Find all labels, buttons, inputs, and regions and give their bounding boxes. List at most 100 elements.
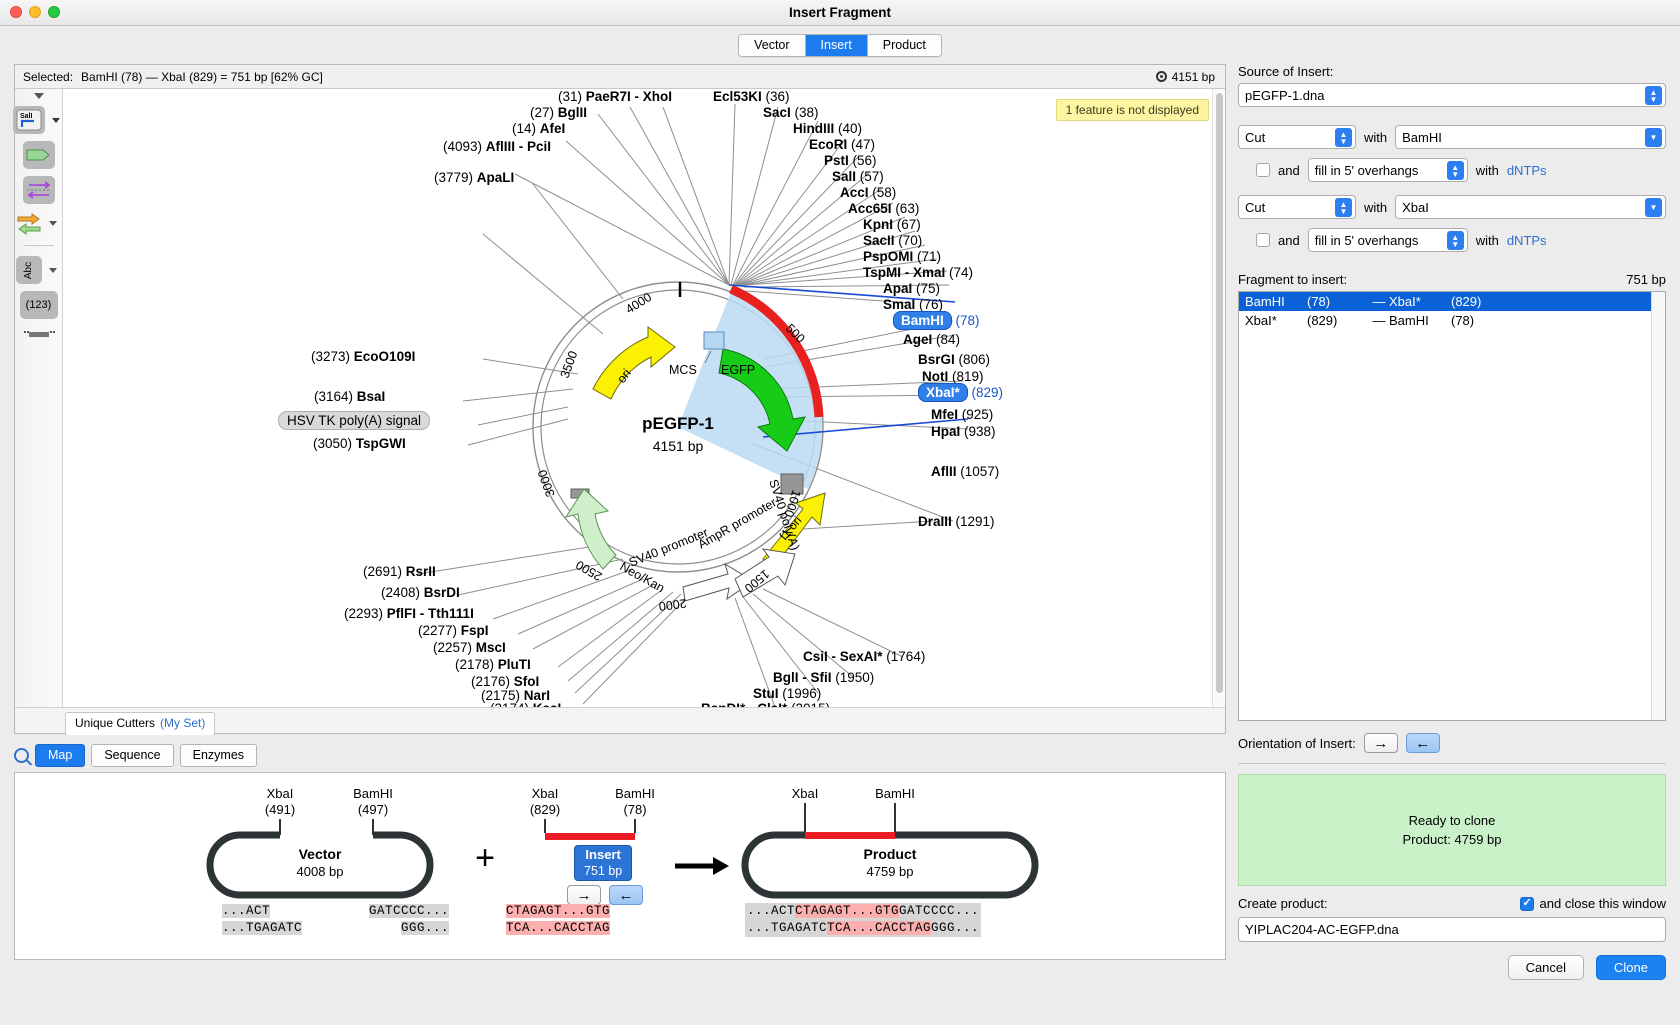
cut1-treatment-select[interactable]: fill in 5' overhangs ▲▼ <box>1308 158 1468 182</box>
site-label[interactable]: SacII (70) <box>863 233 922 248</box>
site-label[interactable]: PstI (56) <box>824 153 877 168</box>
close-window-option[interactable]: and close this window <box>1520 896 1666 911</box>
site-label[interactable]: NotI (819) <box>922 369 984 384</box>
site-label[interactable]: Ecl53KI (36) <box>713 89 790 104</box>
site-label[interactable]: HindIII (40) <box>793 121 862 136</box>
tab-insert[interactable]: Insert <box>806 35 868 56</box>
cut2-enzyme-select[interactable]: XbaI ▼ <box>1395 195 1666 219</box>
window-controls[interactable] <box>10 6 60 18</box>
ruler-icon[interactable] <box>22 326 56 342</box>
cut1-action-select[interactable]: Cut ▲▼ <box>1238 125 1356 149</box>
site-label[interactable]: BglI - SfiI (1950) <box>773 670 874 685</box>
site-label[interactable]: ApaI (75) <box>883 281 940 296</box>
stepper-icon[interactable]: ▲▼ <box>1645 86 1662 105</box>
site-label[interactable]: (2691) RsrII <box>363 564 436 579</box>
site-label[interactable]: AflII (1057) <box>931 464 999 479</box>
fragment-list-scrollbar[interactable] <box>1651 292 1665 720</box>
chevron-down-icon[interactable]: ▼ <box>1645 128 1662 147</box>
site-label[interactable]: HpaI (938) <box>931 424 996 439</box>
site-label[interactable]: (14) AfeI <box>512 121 565 136</box>
close-window-checkbox[interactable] <box>1520 897 1534 911</box>
site-label[interactable]: BsrGI (806) <box>918 352 990 367</box>
maximize-window-button[interactable] <box>48 6 60 18</box>
chevron-down-icon[interactable]: ▼ <box>1645 198 1662 217</box>
fragment-list-item[interactable]: XbaI* (829) — BamHI (78) <box>1239 311 1665 330</box>
site-label[interactable]: AccI (58) <box>840 185 896 200</box>
enzymes-tool-row[interactable]: SalI <box>13 106 64 134</box>
fragment-list[interactable]: BamHI (78) — XbaI* (829) XbaI* (829) — B… <box>1238 291 1666 721</box>
numbering-icon[interactable]: (123) <box>20 291 58 319</box>
close-window-button[interactable] <box>10 6 22 18</box>
site-label[interactable]: PspOMI (71) <box>863 249 941 264</box>
stepper-icon[interactable]: ▲▼ <box>1447 161 1464 180</box>
orf-menu-chevron-icon[interactable] <box>45 215 61 231</box>
fragment-list-item[interactable]: BamHI (78) — XbaI* (829) <box>1239 292 1665 311</box>
site-label[interactable]: AgeI (84) <box>903 332 960 347</box>
search-icon[interactable] <box>14 748 29 763</box>
cut1-reagent-link[interactable]: dNTPs <box>1507 163 1547 178</box>
map-scroll-thumb[interactable] <box>1216 93 1223 693</box>
cut2-treatment-select[interactable]: fill in 5' overhangs ▲▼ <box>1308 228 1468 252</box>
site-label[interactable]: DraIII (1291) <box>918 514 995 529</box>
view-tab-sequence[interactable]: Sequence <box>91 744 173 767</box>
site-label[interactable]: SacI (38) <box>763 105 819 120</box>
clone-button[interactable]: Clone <box>1596 955 1666 980</box>
site-label[interactable]: KpnI (67) <box>863 217 921 232</box>
cut2-reagent-link[interactable]: dNTPs <box>1507 233 1547 248</box>
orientation-forward-button[interactable]: → <box>1364 733 1398 753</box>
site-label[interactable]: StuI (1996) <box>753 686 821 701</box>
cut2-action-select[interactable]: Cut ▲▼ <box>1238 195 1356 219</box>
primers-icon[interactable] <box>23 176 55 204</box>
toolstrip-collapse-icon[interactable] <box>34 93 44 99</box>
site-label[interactable]: (2176) SfoI <box>471 674 539 689</box>
stepper-icon[interactable]: ▲▼ <box>1335 128 1352 147</box>
site-label[interactable]: TspMI - XmaI (74) <box>863 265 973 280</box>
orf-arrows-icon[interactable] <box>16 211 42 235</box>
site-label[interactable]: (3050) TspGWI <box>313 436 406 451</box>
site-label[interactable]: (3164) BsaI <box>314 389 385 404</box>
site-label[interactable]: (4093) AflIII - PciI <box>443 139 551 154</box>
cancel-button[interactable]: Cancel <box>1508 955 1584 980</box>
site-label[interactable]: (2408) BsrDI <box>381 585 460 600</box>
tab-product[interactable]: Product <box>868 35 941 56</box>
site-label-xbai-selected[interactable]: XbaI* (829) <box>918 385 1003 400</box>
site-label[interactable]: SmaI (76) <box>883 297 943 312</box>
site-label-bamhi-selected[interactable]: BamHI (78) <box>893 313 980 328</box>
cut2-fillin-checkbox[interactable] <box>1256 233 1270 247</box>
product-filename-input[interactable]: YIPLAC204-AC-EGFP.dna <box>1238 917 1666 942</box>
cut1-fillin-checkbox[interactable] <box>1256 163 1270 177</box>
stepper-icon[interactable]: ▲▼ <box>1335 198 1352 217</box>
cut1-enzyme-select[interactable]: BamHI ▼ <box>1395 125 1666 149</box>
tab-unique-cutters[interactable]: Unique Cutters(My Set) <box>65 712 215 735</box>
orientation-reverse-button[interactable]: ← <box>1406 733 1440 753</box>
tab-vector[interactable]: Vector <box>739 35 805 56</box>
site-label[interactable]: (3779) ApaLI <box>434 170 514 185</box>
view-tab-map[interactable]: Map <box>35 744 85 767</box>
site-label[interactable]: (2293) PflFI - Tth111I <box>344 606 474 621</box>
minimize-window-button[interactable] <box>29 6 41 18</box>
source-of-insert-select[interactable]: pEGFP-1.dna ▲▼ <box>1238 83 1666 107</box>
site-label[interactable]: EcoRI (47) <box>809 137 875 152</box>
site-label[interactable]: MfeI (925) <box>931 407 993 422</box>
text-menu-chevron-icon[interactable] <box>45 262 61 278</box>
site-label[interactable]: (31) PaeR7I - XhoI <box>558 89 672 104</box>
plasmid-map-canvas[interactable]: 1 feature is not displayed <box>63 89 1225 707</box>
map-vertical-scrollbar[interactable] <box>1212 89 1225 707</box>
site-label[interactable]: (27) BglII <box>530 105 587 120</box>
site-label[interactable]: (3273) EcoO109I <box>311 349 415 364</box>
view-tab-enzymes[interactable]: Enzymes <box>180 744 257 767</box>
diagram-orientation-buttons[interactable]: → ← <box>567 885 643 905</box>
text-tool-row[interactable]: Abc <box>16 256 61 284</box>
diagram-orientation-reverse-button[interactable]: ← <box>609 885 643 905</box>
site-label[interactable]: (2277) FspI <box>418 623 489 638</box>
translation-tool-row[interactable] <box>16 211 61 235</box>
stage-tab-group[interactable]: Vector Insert Product <box>738 34 942 57</box>
site-label[interactable]: SalI (57) <box>832 169 884 184</box>
diagram-orientation-forward-button[interactable]: → <box>567 885 601 905</box>
features-icon[interactable] <box>23 141 55 169</box>
stepper-icon[interactable]: ▲▼ <box>1447 231 1464 250</box>
site-label[interactable]: (2257) MscI <box>433 640 506 655</box>
site-label[interactable]: CsiI - SexAI* (1764) <box>803 649 925 664</box>
site-label[interactable]: (2178) PluTI <box>455 657 531 672</box>
feature-label-hsv-tk-polya[interactable]: HSV TK poly(A) signal <box>278 411 430 430</box>
